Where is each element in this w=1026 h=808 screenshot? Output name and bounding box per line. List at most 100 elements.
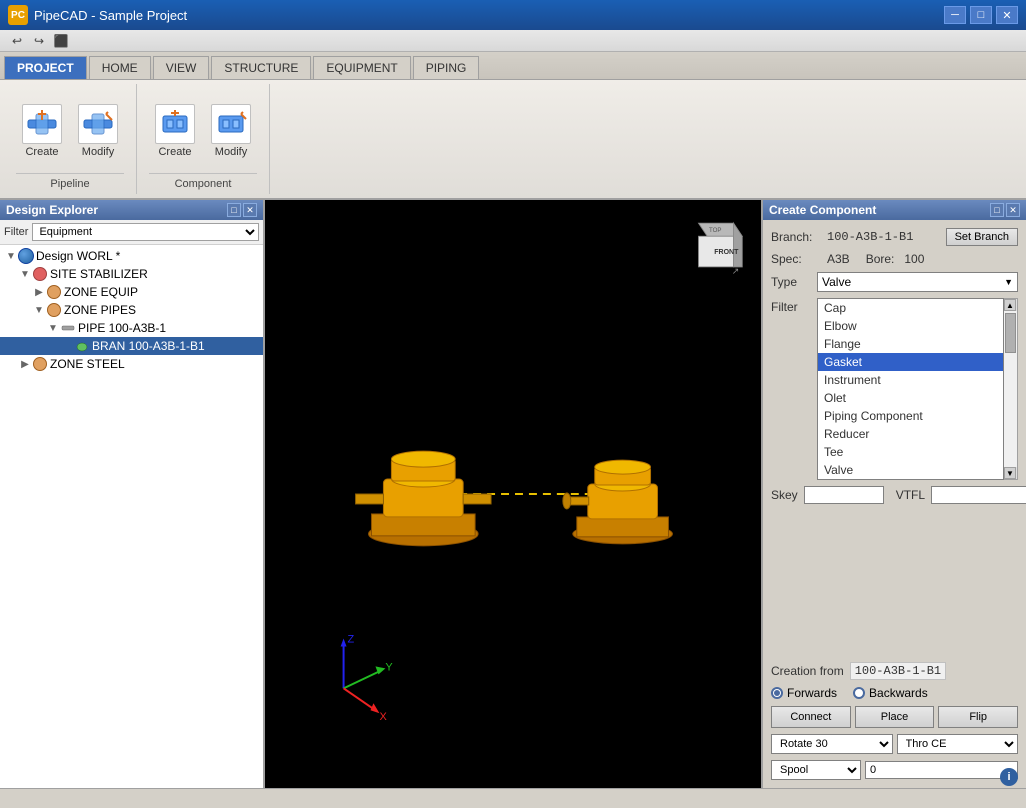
close-button[interactable]: ✕ (996, 6, 1018, 24)
svg-text:X: X (379, 711, 387, 723)
component-modify-label: Modify (215, 146, 247, 158)
site-icon (32, 266, 48, 282)
flip-button[interactable]: Flip (938, 706, 1018, 728)
cc-restore-button[interactable]: □ (990, 203, 1004, 217)
tab-equipment[interactable]: EQUIPMENT (313, 56, 410, 79)
type-row: Type Valve Valve ▼ (771, 272, 1018, 292)
type-option-cap[interactable]: Cap (818, 299, 1003, 317)
zone-steel-icon (32, 356, 48, 372)
type-option-piping-component[interactable]: Piping Component (818, 407, 1003, 425)
type-dropdown-trigger[interactable]: Valve ▼ (817, 272, 1018, 292)
spacer (771, 510, 1018, 656)
pipeline-create-icon (22, 104, 62, 144)
viewport[interactable]: FRONT TOP ↗ (265, 200, 761, 788)
pipeline-modify-icon (78, 104, 118, 144)
type-dropdown-scrollbar[interactable]: ▲ ▼ (1004, 298, 1018, 480)
creation-from-row: Creation from 100-A3B-1-B1 (771, 662, 1018, 680)
info-button[interactable]: i (1000, 768, 1018, 786)
pipeline-create-button[interactable]: Create (16, 99, 68, 163)
tree-item-bran-100[interactable]: BRAN 100-A3B-1-B1 (0, 337, 263, 355)
spec-row: Spec: A3B Bore: 100 (771, 252, 1018, 266)
thro-select[interactable]: Thro CE (897, 734, 1019, 754)
type-option-olet[interactable]: Olet (818, 389, 1003, 407)
status-bar: i (0, 788, 1026, 808)
rotate-thro-row: Rotate 30 Thro CE (771, 734, 1018, 754)
panel-close-button[interactable]: ✕ (243, 203, 257, 217)
type-option-instrument[interactable]: Instrument (818, 371, 1003, 389)
redo-button[interactable]: ↪ (30, 32, 48, 50)
spool-row: Spool (771, 760, 1018, 780)
vtfl-label: VTFL (896, 488, 925, 502)
tree-item-pipe-100[interactable]: ▼ PIPE 100-A3B-1 (0, 319, 263, 337)
spool-select[interactable]: Spool (771, 760, 861, 780)
scroll-down-button[interactable]: ▼ (1004, 467, 1016, 479)
skey-input[interactable] (804, 486, 884, 504)
scroll-track (1004, 311, 1017, 467)
type-option-gasket[interactable]: Gasket (818, 353, 1003, 371)
pipeline-create-label: Create (25, 146, 58, 158)
filter-label: Filter (4, 226, 28, 238)
backwards-radio[interactable]: Backwards (853, 686, 928, 700)
type-option-flange[interactable]: Flange (818, 335, 1003, 353)
window-title: PipeCAD - Sample Project (34, 8, 187, 23)
viewport-scene: Z Y X (265, 200, 761, 788)
tab-view[interactable]: VIEW (153, 56, 210, 79)
skey-label: Skey (771, 488, 798, 502)
tree-item-zone-steel[interactable]: ▶ ZONE STEEL (0, 355, 263, 373)
set-branch-button[interactable]: Set Branch (946, 228, 1018, 246)
backwards-radio-label: Backwards (869, 686, 928, 700)
tab-project[interactable]: PROJECT (4, 56, 87, 79)
branch-value: 100-A3B-1-B1 (827, 230, 940, 244)
filter-select[interactable]: Equipment (32, 223, 259, 241)
scroll-thumb[interactable] (1005, 313, 1016, 353)
creation-from-value: 100-A3B-1-B1 (850, 662, 946, 680)
cc-header-controls: □ ✕ (990, 203, 1020, 217)
design-worl-label: Design WORL * (36, 249, 120, 263)
filter-field-label: Filter (771, 298, 811, 314)
tree-item-site-stabilizer[interactable]: ▼ SITE STABILIZER (0, 265, 263, 283)
tree-item-zone-equip[interactable]: ▶ ZONE EQUIP (0, 283, 263, 301)
tab-home[interactable]: HOME (89, 56, 151, 79)
component-create-label: Create (158, 146, 191, 158)
type-dropdown-list-wrapper: Cap Elbow Flange Gasket Instrument Olet … (817, 298, 1018, 480)
type-option-reducer[interactable]: Reducer (818, 425, 1003, 443)
component-buttons: Create Modify (149, 88, 257, 173)
title-bar: PC PipeCAD - Sample Project ─ □ ✕ (0, 0, 1026, 30)
pipeline-buttons: Create Modify (16, 88, 124, 173)
quick-save-button[interactable]: ⬛ (52, 32, 70, 50)
filter-bar: Filter Equipment (0, 220, 263, 245)
zone-steel-label: ZONE STEEL (50, 357, 125, 371)
pipeline-modify-label: Modify (82, 146, 114, 158)
type-option-tee[interactable]: Tee (818, 443, 1003, 461)
vtfl-input[interactable] (931, 486, 1026, 504)
tab-piping[interactable]: PIPING (413, 56, 480, 79)
left-equipment (356, 451, 492, 546)
forwards-radio[interactable]: Forwards (771, 686, 837, 700)
component-modify-button[interactable]: Modify (205, 99, 257, 163)
maximize-button[interactable]: □ (970, 6, 992, 24)
undo-button[interactable]: ↩ (8, 32, 26, 50)
ribbon-tabs: PROJECT HOME VIEW STRUCTURE EQUIPMENT PI… (0, 52, 1026, 80)
main-area: Design Explorer □ ✕ Filter Equipment ▼ D… (0, 200, 1026, 788)
type-option-valve[interactable]: Valve (818, 461, 1003, 479)
forwards-radio-label: Forwards (787, 686, 837, 700)
scroll-up-button[interactable]: ▲ (1004, 299, 1016, 311)
place-button[interactable]: Place (855, 706, 935, 728)
cc-close-button[interactable]: ✕ (1006, 203, 1020, 217)
panel-restore-button[interactable]: □ (227, 203, 241, 217)
forwards-radio-circle (771, 687, 783, 699)
connect-button[interactable]: Connect (771, 706, 851, 728)
spec-field-label: Spec: (771, 252, 821, 266)
pipeline-modify-button[interactable]: Modify (72, 99, 124, 163)
tree-area: ▼ Design WORL * ▼ SITE STABILIZER ▶ ZONE… (0, 245, 263, 788)
type-option-elbow[interactable]: Elbow (818, 317, 1003, 335)
tree-item-design-worl[interactable]: ▼ Design WORL * (0, 247, 263, 265)
minimize-button[interactable]: ─ (944, 6, 966, 24)
spool-input[interactable] (865, 761, 1018, 779)
tab-structure[interactable]: STRUCTURE (211, 56, 311, 79)
tree-item-zone-pipes[interactable]: ▼ ZONE PIPES (0, 301, 263, 319)
tree-arrow-zone-steel: ▶ (18, 359, 32, 370)
zone-equip-icon (46, 284, 62, 300)
component-create-button[interactable]: Create (149, 99, 201, 163)
rotate-select[interactable]: Rotate 30 (771, 734, 893, 754)
